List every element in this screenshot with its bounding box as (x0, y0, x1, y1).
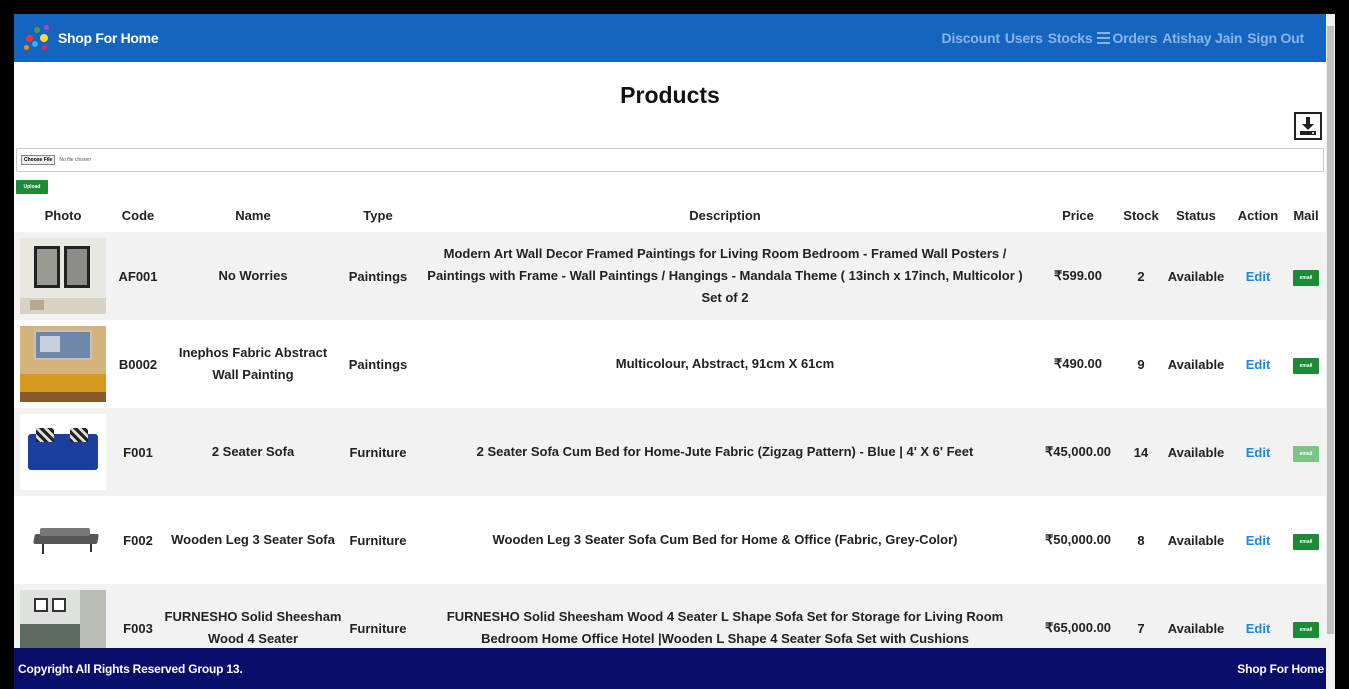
product-description: Wooden Leg 3 Seater Sofa Cum Bed for Hom… (492, 532, 958, 547)
product-status: Available (1167, 356, 1225, 372)
mail-button[interactable]: email (1293, 357, 1319, 374)
product-status: Available (1167, 444, 1225, 460)
header-price: Price (1062, 207, 1094, 223)
action-cell: Edit (1230, 496, 1286, 584)
mail-cell: email (1286, 320, 1326, 408)
mail-button[interactable]: email (1293, 445, 1319, 462)
scrollbar-thumb[interactable] (1327, 26, 1334, 634)
header-photo: Photo (44, 207, 82, 223)
nav-sign-out[interactable]: Sign Out (1247, 30, 1304, 46)
product-stock: 8 (1137, 532, 1145, 548)
product-photo-cell (14, 232, 112, 320)
table-row: AF001 No Worries Paintings Modern Art Wa… (14, 232, 1326, 320)
product-code: B0002 (118, 356, 158, 372)
page-title: Products (620, 82, 720, 108)
product-description: Multicolour, Abstract, 91cm X 61cm (615, 356, 835, 371)
product-price: ₹490.00 (1053, 356, 1103, 371)
mail-cell: email (1286, 232, 1326, 320)
list-icon (1097, 32, 1111, 44)
no-file-text: No file chosen (59, 157, 92, 163)
header-code: Code (121, 207, 155, 223)
product-type: Furniture (349, 444, 407, 460)
product-description: 2 Seater Sofa Cum Bed for Home-Jute Fabr… (476, 444, 974, 459)
product-type: Paintings (348, 268, 408, 284)
table-row: B0002 Inephos Fabric Abstract Wall Paint… (14, 320, 1326, 408)
header-stock: Stock (1123, 207, 1159, 223)
product-name: Wooden Leg 3 Seater Sofa (171, 532, 335, 547)
product-status: Available (1167, 532, 1225, 548)
product-photo (20, 414, 106, 490)
action-cell: Edit (1230, 320, 1286, 408)
product-code: F001 (123, 444, 153, 460)
products-table: Photo Code Name Type Description Price S… (14, 198, 1326, 672)
mail-button[interactable]: email (1293, 621, 1319, 638)
edit-link[interactable]: Edit (1246, 445, 1271, 460)
product-status: Available (1167, 268, 1225, 284)
header-action: Action (1237, 207, 1279, 223)
edit-link[interactable]: Edit (1246, 621, 1271, 636)
product-stock: 14 (1133, 444, 1149, 460)
product-type: Paintings (348, 356, 408, 372)
nav-user-name[interactable]: Atishay Jain (1162, 30, 1242, 46)
product-name: 2 Seater Sofa (211, 444, 295, 459)
product-photo-cell (14, 408, 112, 496)
header-status: Status (1176, 207, 1216, 223)
mail-button[interactable]: email (1293, 533, 1319, 550)
mail-cell: email (1286, 496, 1326, 584)
product-type: Furniture (349, 532, 407, 548)
nav-users[interactable]: Users (1005, 30, 1043, 46)
edit-link[interactable]: Edit (1246, 533, 1271, 548)
product-photo (20, 238, 106, 314)
footer-copyright: Copyright All Rights Reserved Group 13. (18, 661, 243, 676)
product-description: Modern Art Wall Decor Framed Paintings f… (427, 246, 1023, 305)
nav-discount[interactable]: Discount (942, 30, 1000, 46)
table-row: F002 Wooden Leg 3 Seater Sofa Furniture … (14, 496, 1326, 584)
edit-link[interactable]: Edit (1246, 357, 1271, 372)
product-photo-cell (14, 320, 112, 408)
mail-cell: email (1286, 408, 1326, 496)
brand-link[interactable]: Shop For Home (22, 21, 159, 55)
product-code: AF001 (118, 268, 158, 284)
product-stock: 9 (1137, 356, 1145, 372)
product-code: F002 (123, 532, 153, 548)
footer-brand[interactable]: Shop For Home (1237, 662, 1324, 676)
scrollbar[interactable] (1326, 14, 1335, 689)
product-price: ₹50,000.00 (1044, 532, 1112, 547)
table-row: F001 2 Seater Sofa Furniture 2 Seater So… (14, 408, 1326, 496)
nav-orders[interactable]: Orders (1097, 30, 1157, 46)
header-mail: Mail (1293, 207, 1319, 223)
nav-orders-label: Orders (1112, 30, 1158, 46)
product-photo-cell (14, 496, 112, 584)
app-frame: Shop For Home Discount Users Stocks Orde… (14, 14, 1326, 689)
product-price: ₹599.00 (1053, 268, 1103, 283)
nav-stocks[interactable]: Stocks (1048, 30, 1093, 46)
edit-link[interactable]: Edit (1246, 269, 1271, 284)
upload-button[interactable]: Upload (16, 180, 48, 194)
product-name: Inephos Fabric Abstract Wall Painting (178, 345, 328, 382)
table-header-row: Photo Code Name Type Description Price S… (14, 198, 1326, 232)
header-name: Name (235, 207, 271, 223)
product-photo (20, 326, 106, 402)
action-cell: Edit (1230, 232, 1286, 320)
download-button[interactable] (1294, 112, 1322, 140)
mail-button[interactable]: email (1293, 269, 1319, 286)
header-description: Description (689, 207, 761, 223)
download-icon (1300, 117, 1316, 135)
choose-file-button[interactable]: Choose File (21, 155, 56, 165)
file-input[interactable]: Choose File No file chosen (16, 148, 1324, 172)
action-cell: Edit (1230, 408, 1286, 496)
header-type: Type (363, 207, 393, 223)
footer: Copyright All Rights Reserved Group 13. … (14, 648, 1326, 689)
nav-links: Discount Users Stocks Orders Atishay Jai… (942, 30, 1305, 46)
brand-text: Shop For Home (58, 30, 159, 46)
logo-icon (22, 21, 56, 55)
product-price: ₹45,000.00 (1044, 444, 1112, 459)
product-stock: 2 (1137, 268, 1145, 284)
navbar: Shop For Home Discount Users Stocks Orde… (14, 14, 1326, 62)
product-photo (20, 502, 106, 578)
product-name: No Worries (218, 268, 288, 283)
